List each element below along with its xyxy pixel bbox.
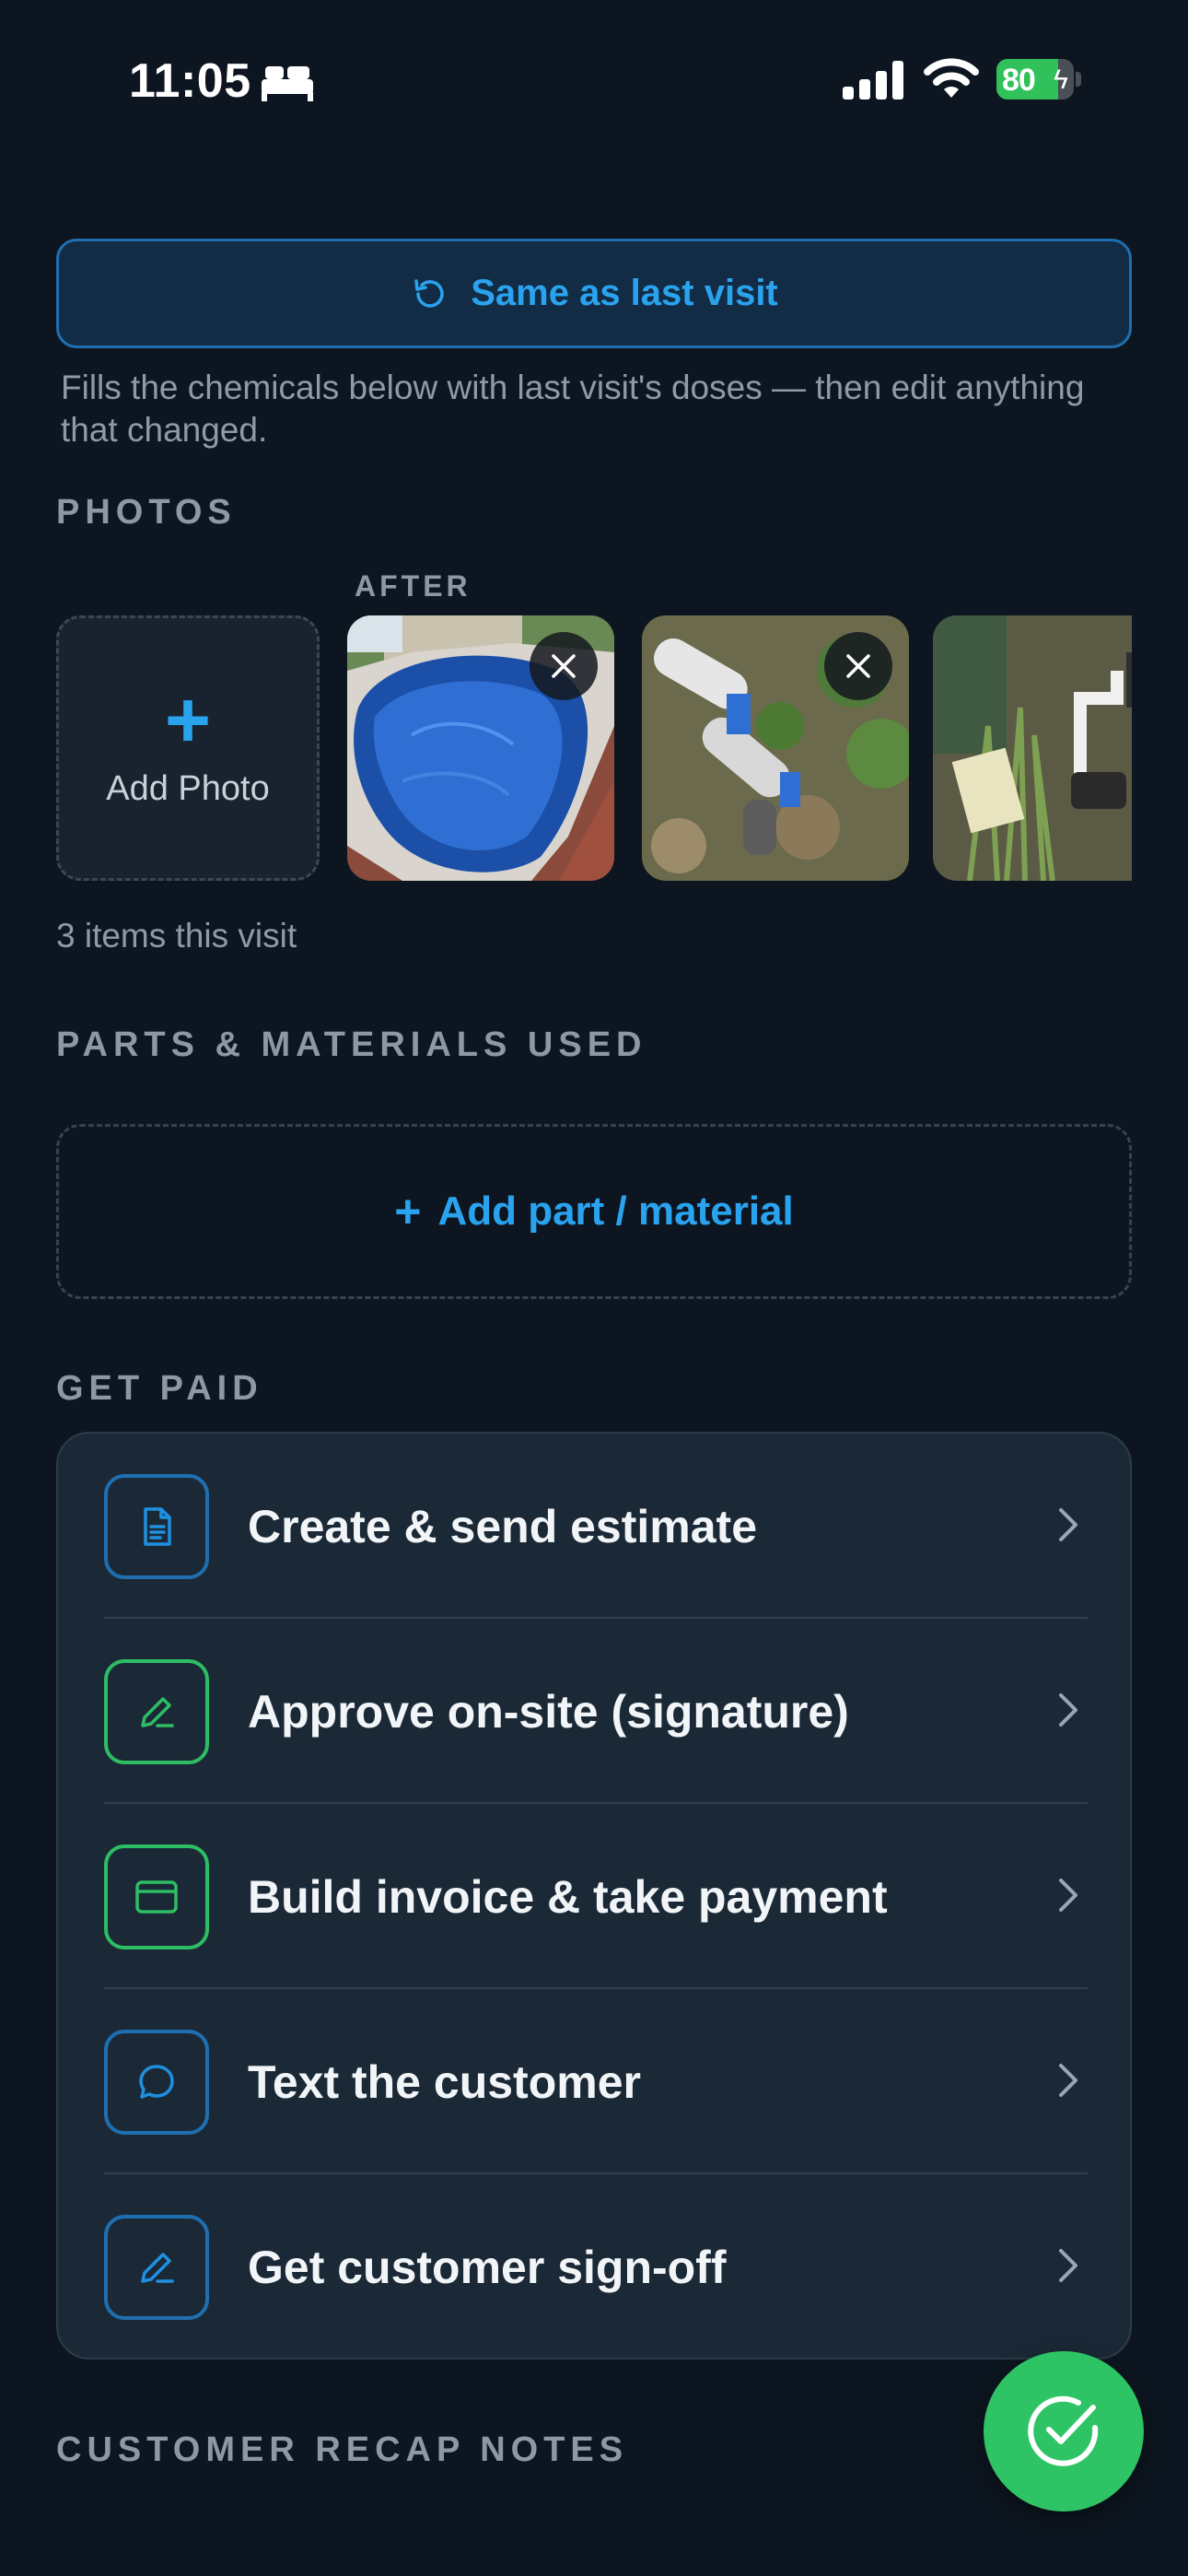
paid-row-label: Text the customer xyxy=(248,2056,641,2108)
same-as-last-visit-button[interactable]: Same as last visit xyxy=(56,239,1132,348)
photo-thumbnail[interactable] xyxy=(347,615,614,881)
equipment-photo xyxy=(933,615,1132,881)
build-invoice-row[interactable]: Build invoice & take payment xyxy=(58,1804,1130,1989)
paid-row-label: Approve on-site (signature) xyxy=(248,1686,849,1738)
recap-notes-heading: CUSTOMER RECAP NOTES xyxy=(56,2430,629,2469)
pen-icon xyxy=(141,2253,174,2283)
pen-icon xyxy=(141,1697,174,1727)
battery-indicator: 80 ϟ xyxy=(996,59,1081,100)
wifi-icon xyxy=(924,58,979,98)
close-icon xyxy=(552,654,576,678)
document-icon xyxy=(144,1507,171,1546)
paid-row-label: Build invoice & take payment xyxy=(248,1871,888,1923)
status-time: 11:05 xyxy=(129,54,251,108)
paid-icon-box xyxy=(104,2215,209,2320)
charging-bolt-icon: ϟ xyxy=(1054,64,1068,95)
chevron-right-icon xyxy=(1059,1879,1077,1912)
plus-icon: + xyxy=(394,1186,422,1237)
close-icon xyxy=(846,654,870,678)
chevron-right-icon xyxy=(1059,1508,1077,1541)
photo-thumbnail[interactable] xyxy=(642,615,909,881)
photos-heading: PHOTOS xyxy=(56,493,237,532)
photo-thumbnail[interactable] xyxy=(933,615,1132,881)
chevron-right-icon xyxy=(1059,2249,1077,2282)
card-icon xyxy=(135,1880,178,1914)
chevron-right-icon xyxy=(1059,1693,1077,1727)
status-bar: 11:05 80 ϟ xyxy=(0,0,1188,161)
after-photos-label: AFTER xyxy=(355,569,472,603)
add-photo-button[interactable]: + Add Photo xyxy=(56,615,320,881)
create-estimate-row[interactable]: Create & send estimate xyxy=(58,1434,1130,1619)
add-photo-label: Add Photo xyxy=(106,768,270,808)
customer-signoff-row[interactable]: Get customer sign-off xyxy=(58,2174,1130,2358)
check-circle-icon xyxy=(1028,2395,1099,2466)
same-as-last-visit-label: Same as last visit xyxy=(471,273,778,313)
same-as-last-visit-help: Fills the chemicals below with last visi… xyxy=(61,369,1085,449)
paid-row-label: Create & send estimate xyxy=(248,1501,758,1552)
add-part-label: Add part / material xyxy=(437,1188,794,1234)
get-paid-card: Create & send estimate Approve on-site (… xyxy=(56,1432,1132,2359)
paid-icon-box xyxy=(104,1844,209,1950)
bed-icon xyxy=(262,66,313,101)
paid-icon-box xyxy=(104,1474,209,1579)
plus-icon: + xyxy=(164,675,212,765)
remove-photo-button[interactable] xyxy=(824,632,892,700)
text-customer-row[interactable]: Text the customer xyxy=(58,1989,1130,2174)
battery-level-text: 80 xyxy=(1002,63,1036,98)
history-icon xyxy=(414,278,444,308)
photos-carousel[interactable]: + Add Photo xyxy=(56,615,1132,883)
paid-icon-box xyxy=(104,1659,209,1764)
complete-visit-button[interactable] xyxy=(984,2351,1144,2512)
approve-onsite-row[interactable]: Approve on-site (signature) xyxy=(58,1619,1130,1804)
parts-heading: PARTS & MATERIALS USED xyxy=(56,1025,647,1064)
paid-icon-box xyxy=(104,2030,209,2135)
photo-items-count: 3 items this visit xyxy=(56,917,297,954)
paid-row-label: Get customer sign-off xyxy=(248,2242,727,2293)
cellular-signal-icon xyxy=(843,61,903,100)
chat-icon xyxy=(139,2065,174,2099)
chevron-right-icon xyxy=(1059,2064,1077,2097)
visit-screen: 11:05 80 ϟ Same as last visit Fills the … xyxy=(0,0,1188,2576)
remove-photo-button[interactable] xyxy=(530,632,598,700)
get-paid-heading: GET PAID xyxy=(56,1369,263,1408)
add-part-button[interactable]: + Add part / material xyxy=(56,1124,1132,1299)
